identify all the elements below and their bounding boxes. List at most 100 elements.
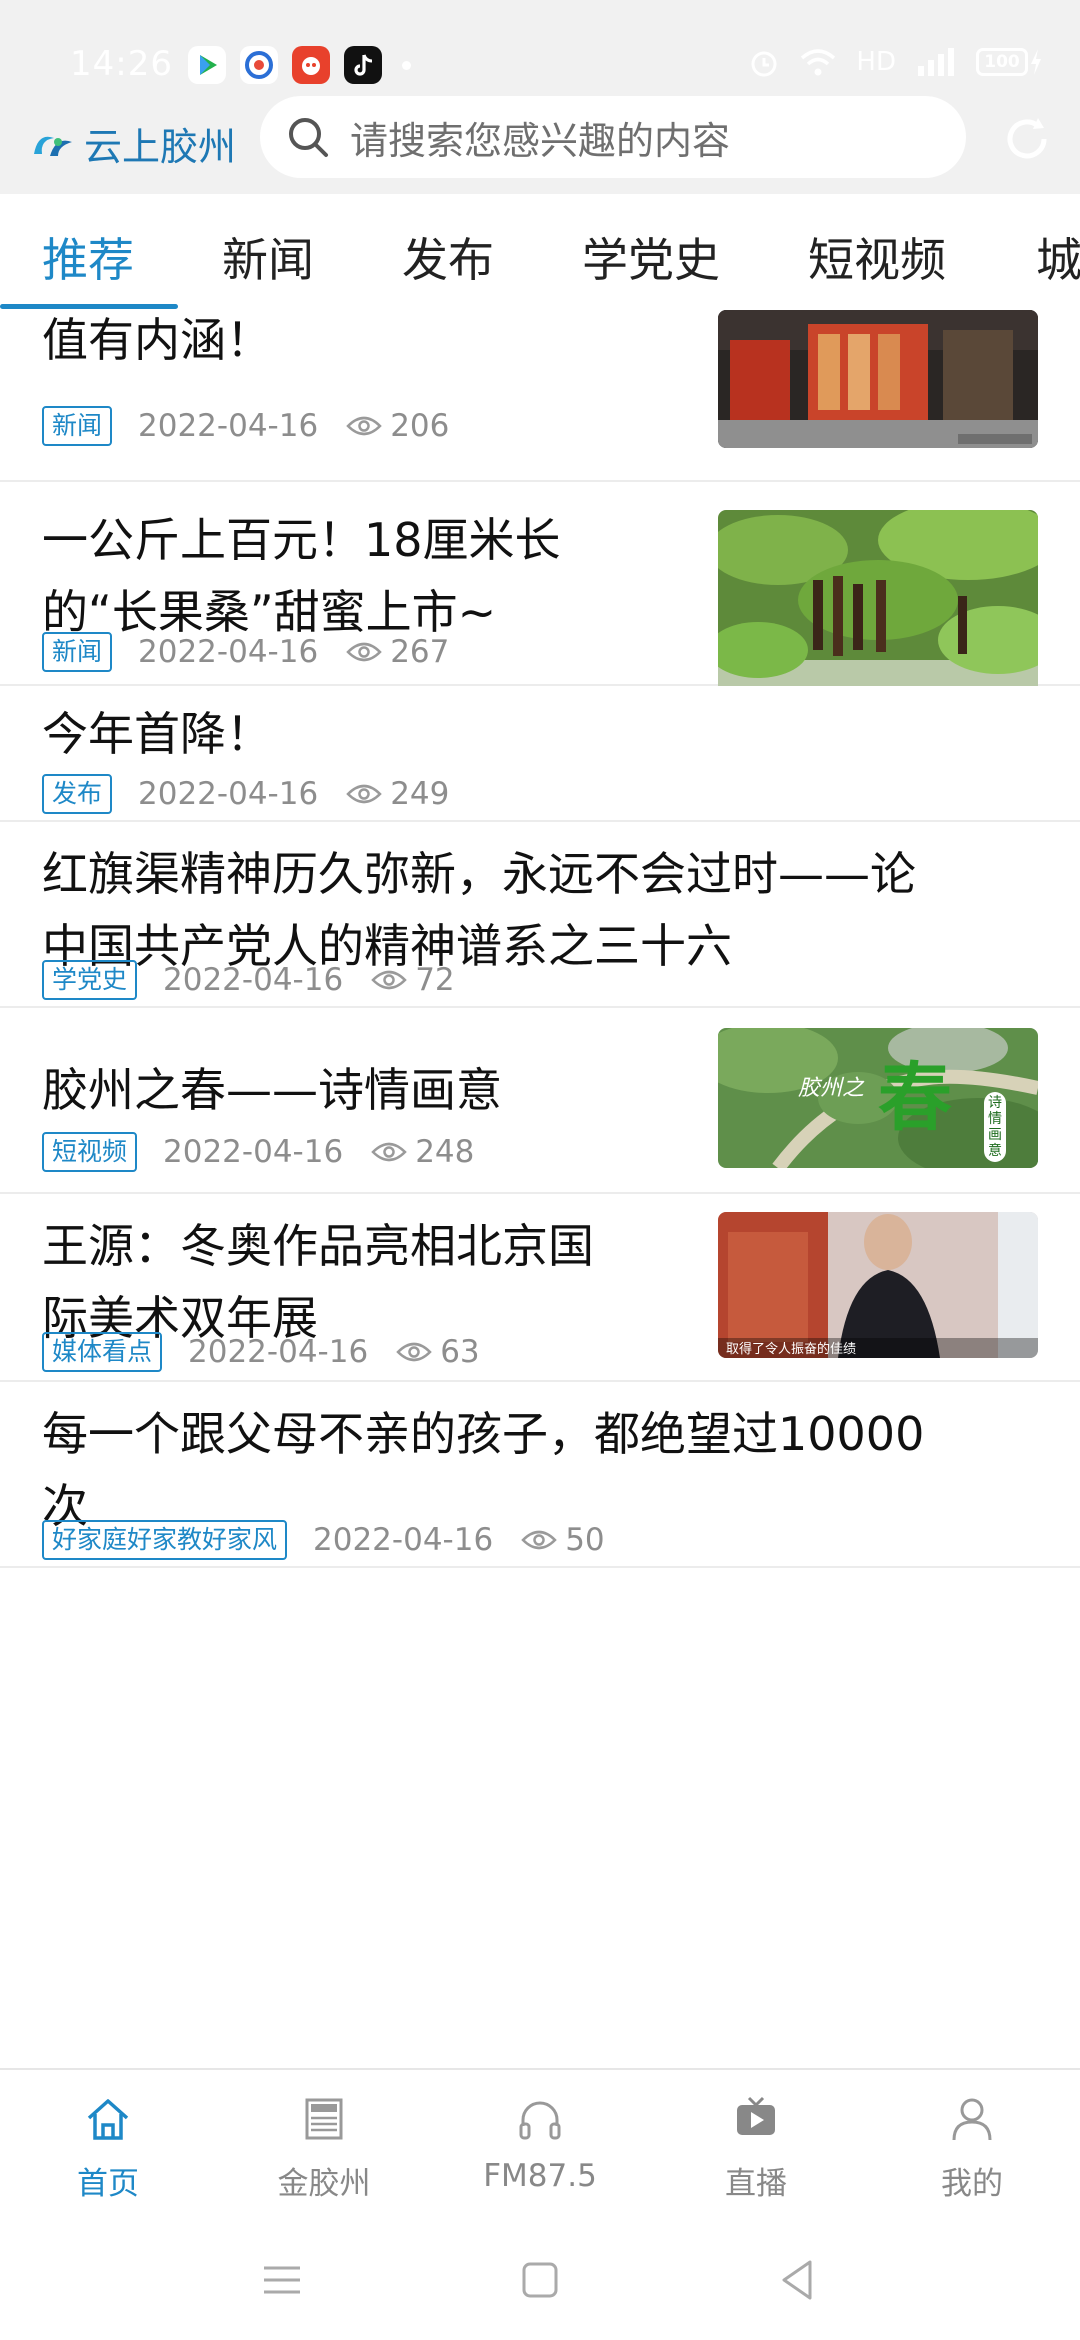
nav-mine[interactable]: 我的 xyxy=(864,2092,1080,2203)
views-icon xyxy=(346,416,382,436)
tab-short-video[interactable]: 短视频 xyxy=(808,224,946,290)
list-item[interactable]: 一公斤上百元！18厘米长 的“长果桑”甜蜜上市~ 新闻 2022-04-16 2… xyxy=(0,482,1080,725)
tab-recommend[interactable]: 推荐 xyxy=(42,224,134,290)
thumb-caption: 胶州之 xyxy=(798,1076,865,1101)
home-icon xyxy=(87,2099,129,2140)
tab-publish[interactable]: 发布 xyxy=(402,224,494,290)
view-count: 248 xyxy=(415,1134,475,1170)
tab-news[interactable]: 新闻 xyxy=(222,224,314,290)
publish-date: 2022-04-16 xyxy=(138,408,319,444)
article-meta: 媒体看点 2022-04-16 63 xyxy=(42,1332,480,1372)
publish-date: 2022-04-16 xyxy=(163,962,344,998)
category-tag: 媒体看点 xyxy=(42,1332,163,1372)
nav-label: 我的 xyxy=(941,2166,1003,2202)
list-item[interactable]: 红旗渠精神历久弥新，永远不会过时——论 中国共产党人的精神谱系之三十六 学党史 … xyxy=(0,822,1080,1008)
views-icon xyxy=(346,784,382,804)
views-icon xyxy=(396,1342,432,1362)
view-count: 267 xyxy=(390,634,450,670)
view-count: 206 xyxy=(390,408,450,444)
back-icon[interactable] xyxy=(772,2254,824,2306)
publish-date: 2022-04-16 xyxy=(138,634,319,670)
list-item[interactable]: 王源：冬奥作品亮相北京国 际美术双年展 媒体看点 2022-04-16 63 取… xyxy=(0,1194,1080,1382)
nav-label: 首页 xyxy=(77,2166,139,2202)
nav-label: 金胶州 xyxy=(277,2166,371,2202)
logo-icon xyxy=(34,136,72,156)
article-thumbnail: 胶州之 春 诗情画意 xyxy=(718,1028,1038,1168)
status-bar: 14:26 HD 100 xyxy=(0,0,1080,96)
title-line: 今年首降！ xyxy=(42,707,272,761)
header: 云上胶州 请搜索您感兴趣的内容 xyxy=(0,96,1080,194)
publish-date: 2022-04-16 xyxy=(313,1522,494,1558)
status-time: 14:26 xyxy=(70,44,173,84)
publish-date: 2022-04-16 xyxy=(163,1134,344,1170)
article-title: 胶州之春——诗情画意 xyxy=(42,1054,502,1126)
notification-icons xyxy=(188,46,411,84)
search-input[interactable]: 请搜索您感兴趣的内容 xyxy=(260,96,966,178)
nav-live[interactable]: 直播 xyxy=(648,2092,864,2203)
article-meta: 学党史 2022-04-16 72 xyxy=(42,960,455,1000)
refresh-icon[interactable] xyxy=(1000,112,1054,166)
article-title: 一公斤上百元！18厘米长 的“长果桑”甜蜜上市~ xyxy=(42,504,561,648)
system-nav-bar xyxy=(0,2220,1080,2340)
category-tag: 好家庭好家教好家风 xyxy=(42,1520,288,1560)
article-thumbnail: 取得了令人振奋的佳绩 xyxy=(718,1212,1038,1358)
search-icon xyxy=(289,118,328,157)
camera-app-icon xyxy=(240,46,278,84)
thumb-caption: 取得了令人振奋的佳绩 xyxy=(726,1342,857,1357)
nav-golden-jiaozhou[interactable]: 金胶州 xyxy=(216,2092,432,2203)
tab-party-history[interactable]: 学党史 xyxy=(582,224,720,290)
view-count: 50 xyxy=(565,1522,605,1558)
category-tag: 学党史 xyxy=(42,960,138,1000)
category-tag: 发布 xyxy=(42,774,113,814)
article-meta: 短视频 2022-04-16 248 xyxy=(42,1132,474,1172)
alarm-icon xyxy=(751,51,777,77)
search-placeholder: 请搜索您感兴趣的内容 xyxy=(350,118,731,163)
list-item[interactable]: 每一个跟父母不亲的孩子，都绝望过10000 次 好家庭好家教好家风 2022-0… xyxy=(0,1382,1080,1568)
article-meta: 发布 2022-04-16 249 xyxy=(42,774,449,814)
title-line: 胶州之春——诗情画意 xyxy=(42,1063,502,1117)
list-item[interactable]: 值有内涵！ 新闻 2022-04-16 206 xyxy=(0,310,1080,482)
title-line: 值有内涵！ xyxy=(42,313,272,367)
list-item[interactable]: 胶州之春——诗情画意 短视频 2022-04-16 248 胶州之 春 诗情画意 xyxy=(0,1008,1080,1194)
tv-icon xyxy=(737,2096,775,2135)
menu-icon[interactable] xyxy=(256,2254,308,2306)
category-tag: 新闻 xyxy=(42,632,113,672)
nav-home[interactable]: 首页 xyxy=(0,2092,216,2203)
bottom-nav: 首页 金胶州 FM87.5 直播 我的 xyxy=(0,2068,1080,2220)
person-icon xyxy=(952,2098,992,2141)
video-app-icon xyxy=(188,46,226,84)
nav-fm[interactable]: FM87.5 xyxy=(432,2092,648,2194)
publish-date: 2022-04-16 xyxy=(188,1334,369,1370)
article-meta: 好家庭好家教好家风 2022-04-16 50 xyxy=(42,1520,605,1560)
views-icon xyxy=(371,970,407,990)
home-button-icon[interactable] xyxy=(514,2254,566,2306)
views-icon xyxy=(371,1142,407,1162)
publish-date: 2022-04-16 xyxy=(138,776,319,812)
thumb-big-char: 春 xyxy=(878,1055,952,1141)
app-name: 云上胶州 xyxy=(84,125,237,169)
view-count: 249 xyxy=(390,776,450,812)
wifi-icon xyxy=(801,49,836,76)
article-title: 今年首降！ xyxy=(42,698,272,770)
signal-icon xyxy=(918,48,954,76)
view-count: 63 xyxy=(440,1334,480,1370)
newspaper-icon xyxy=(305,2098,343,2140)
battery-icon: 100 xyxy=(976,47,1044,77)
view-count: 72 xyxy=(415,962,455,998)
title-line: 王源：冬奥作品亮相北京国 xyxy=(42,1219,594,1273)
shopping-app-icon xyxy=(292,46,330,84)
news-feed: 值有内涵！ 新闻 2022-04-16 206 一公斤上百元！18厘米长 的“长… xyxy=(0,310,1080,2068)
active-tab-indicator xyxy=(0,304,178,309)
article-title: 值有内涵！ xyxy=(42,310,272,376)
category-tag: 短视频 xyxy=(42,1132,138,1172)
battery-level: 100 xyxy=(976,48,1028,76)
views-icon xyxy=(346,642,382,662)
tab-city[interactable]: 城 xyxy=(1036,224,1080,290)
list-item[interactable]: 今年首降！ 发布 2022-04-16 249 xyxy=(0,686,1080,822)
app-logo[interactable]: 云上胶州 xyxy=(28,116,236,171)
title-line: 一公斤上百元！18厘米长 xyxy=(42,513,561,567)
article-thumbnail xyxy=(718,310,1038,448)
article-meta: 新闻 2022-04-16 267 xyxy=(42,632,449,672)
more-notifications-dot xyxy=(402,60,411,70)
status-right: HD 100 xyxy=(748,46,1044,78)
